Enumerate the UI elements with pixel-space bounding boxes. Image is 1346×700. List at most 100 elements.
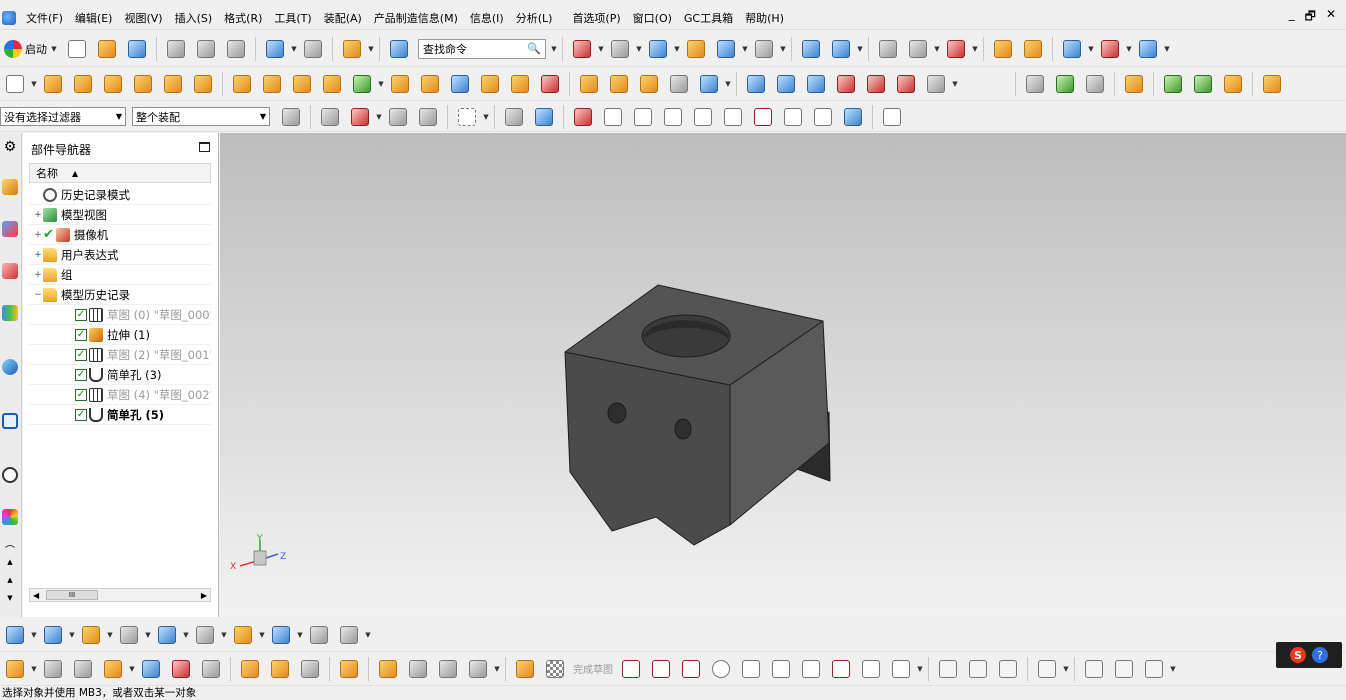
sketch-tool-dropdown-icon[interactable]: ▼ xyxy=(30,665,38,673)
snap-dropdown-icon[interactable]: ▼ xyxy=(1087,45,1095,53)
bounded-plane-button[interactable] xyxy=(833,71,859,97)
selection-add-button[interactable] xyxy=(347,104,373,130)
redo-button[interactable] xyxy=(300,36,326,62)
thicken-button[interactable] xyxy=(606,71,632,97)
step-button[interactable] xyxy=(297,656,323,682)
snap-endpoint-button[interactable] xyxy=(600,104,626,130)
annotation-button[interactable] xyxy=(1121,71,1147,97)
tree-node[interactable]: ✓ 简单孔 (5) xyxy=(29,405,211,425)
filter-reset-button[interactable] xyxy=(278,104,304,130)
shaded-button[interactable] xyxy=(645,36,671,62)
resbar-scroll-down[interactable]: ▼ xyxy=(0,591,20,605)
background-dropdown-icon[interactable]: ▼ xyxy=(779,45,787,53)
n-sided-button[interactable] xyxy=(923,71,949,97)
view-triad-button[interactable] xyxy=(465,656,491,682)
clip-section-button[interactable] xyxy=(713,36,739,62)
surface-finish-dropdown-icon[interactable]: ▼ xyxy=(106,631,114,639)
edit-section-button[interactable] xyxy=(683,36,709,62)
shell-button[interactable] xyxy=(477,71,503,97)
circle-button[interactable] xyxy=(708,656,734,682)
menu-tools[interactable]: 工具(T) xyxy=(268,10,317,26)
menu-view[interactable]: 视图(V) xyxy=(118,10,168,26)
ime-toolbar[interactable]: S ? xyxy=(1276,642,1342,668)
tree-node[interactable]: ✓ 草图 (4) "草图_002" xyxy=(29,385,211,405)
orient-dropdown-icon[interactable]: ▼ xyxy=(635,45,643,53)
clip-dropdown-icon[interactable]: ▼ xyxy=(741,45,749,53)
sketch-dimension-dropdown-icon[interactable]: ▼ xyxy=(1062,665,1070,673)
orient-view-button[interactable] xyxy=(607,36,633,62)
move-to-layer-button[interactable] xyxy=(905,36,931,62)
arc-button[interactable] xyxy=(678,656,704,682)
extrude-button[interactable] xyxy=(40,71,66,97)
select-body-button[interactable] xyxy=(531,104,557,130)
pmi-layer-dropdown-icon[interactable]: ▼ xyxy=(220,631,228,639)
polygon-button[interactable] xyxy=(828,656,854,682)
move-face-button[interactable] xyxy=(138,656,164,682)
selection-parent-button[interactable] xyxy=(415,104,441,130)
sogou-ime-icon[interactable]: S xyxy=(1290,647,1306,663)
snap-existing-point-button[interactable] xyxy=(780,104,806,130)
transform-button[interactable] xyxy=(828,36,854,62)
pmi-dimension-dropdown-icon[interactable]: ▼ xyxy=(30,631,38,639)
feature-checkbox[interactable]: ✓ xyxy=(75,388,87,401)
snap-control-point-button[interactable] xyxy=(660,104,686,130)
menu-window[interactable]: 窗口(O) xyxy=(627,10,678,26)
route-button[interactable] xyxy=(405,656,431,682)
point-button[interactable] xyxy=(1097,36,1123,62)
quick-trim-button[interactable] xyxy=(935,656,961,682)
tree-node[interactable]: 历史记录模式 xyxy=(29,185,211,205)
pmi-note-button[interactable] xyxy=(268,622,294,648)
network-button[interactable] xyxy=(435,656,461,682)
open-button[interactable] xyxy=(94,36,120,62)
sketch-task-button[interactable] xyxy=(512,656,538,682)
pmi-leader-button[interactable] xyxy=(306,622,332,648)
menu-analysis[interactable]: 分析(L) xyxy=(510,10,559,26)
wcs-dropdown-icon[interactable]: ▼ xyxy=(971,45,979,53)
offset-face-button[interactable] xyxy=(576,71,602,97)
expand-icon[interactable]: + xyxy=(33,210,43,220)
feature-checkbox[interactable]: ✓ xyxy=(75,368,87,381)
tree-node[interactable]: ✓ 拉伸 (1) xyxy=(29,325,211,345)
draft-button[interactable] xyxy=(447,71,473,97)
front-hole-right[interactable] xyxy=(674,418,692,440)
expand-icon[interactable]: + xyxy=(33,250,43,260)
web-browser-tab[interactable] xyxy=(0,355,20,379)
general-selection-button[interactable] xyxy=(317,104,343,130)
selection-scope-select[interactable]: 整个装配 ▼ xyxy=(132,107,270,126)
command-search-input[interactable]: 查找命令 🔍 xyxy=(418,38,546,59)
constraints-button[interactable] xyxy=(1082,71,1108,97)
snap-midpoint-button[interactable] xyxy=(630,104,656,130)
emboss-button[interactable] xyxy=(259,71,285,97)
information-button[interactable] xyxy=(386,36,412,62)
history-tab[interactable] xyxy=(0,409,20,433)
pmi-datum-button[interactable] xyxy=(40,622,66,648)
pmi-table-button[interactable] xyxy=(230,622,256,648)
expand-icon[interactable]: + xyxy=(33,230,43,240)
rectangle-select-button[interactable] xyxy=(454,104,480,130)
offset-curve-button[interactable] xyxy=(70,656,96,682)
rib-button[interactable] xyxy=(229,71,255,97)
menu-pmi[interactable]: 产品制造信息(M) xyxy=(368,10,464,26)
line-button[interactable] xyxy=(648,656,674,682)
mirror-button[interactable] xyxy=(666,71,692,97)
pmi-datum-dropdown-icon[interactable]: ▼ xyxy=(68,631,76,639)
feature-checkbox[interactable]: ✓ xyxy=(75,348,87,361)
wcs-button[interactable] xyxy=(943,36,969,62)
view-section-button[interactable] xyxy=(1220,71,1246,97)
point-dropdown-icon[interactable]: ▼ xyxy=(1125,45,1133,53)
assembly-navigator-tab[interactable] xyxy=(0,175,20,199)
shaded-dropdown-icon[interactable]: ▼ xyxy=(673,45,681,53)
connect-button[interactable] xyxy=(267,656,293,682)
tree-node[interactable]: + 模型视图 xyxy=(29,205,211,225)
start-button[interactable]: 启动 ▼ xyxy=(0,36,62,62)
part-module-button[interactable] xyxy=(336,656,362,682)
resource-settings-tab[interactable]: ⚙ xyxy=(0,135,20,159)
assembly-navigator-button[interactable] xyxy=(1052,71,1078,97)
resbar-scroll-up[interactable]: ▲ xyxy=(0,555,20,569)
menu-help[interactable]: 帮助(H) xyxy=(739,10,790,26)
layer-settings-button[interactable] xyxy=(875,36,901,62)
selection-remove-button[interactable] xyxy=(385,104,411,130)
view-create-button[interactable] xyxy=(1190,71,1216,97)
resbar-scroll-mid[interactable]: ▲ xyxy=(0,573,20,587)
rectangle-select-dropdown-icon[interactable]: ▼ xyxy=(482,113,490,121)
